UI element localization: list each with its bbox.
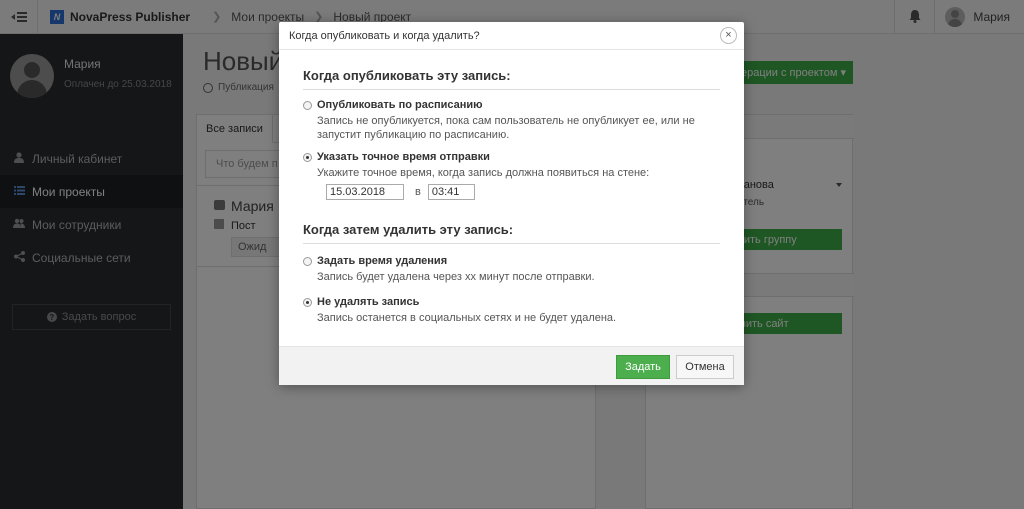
- option-label[interactable]: Опубликовать по расписанию: [317, 99, 483, 111]
- delete-section-title: Когда затем удалить эту запись:: [303, 222, 720, 244]
- modal-header: Когда опубликовать и когда удалить? ×: [279, 22, 744, 50]
- radio-delete-set-time[interactable]: [303, 257, 312, 266]
- option-label[interactable]: Указать точное время отправки: [317, 151, 490, 163]
- radio-publish-schedule[interactable]: [303, 101, 312, 110]
- close-icon[interactable]: ×: [720, 27, 737, 44]
- option-description: Укажите точное время, когда запись должн…: [317, 167, 650, 179]
- radio-publish-exact-time[interactable]: [303, 153, 312, 162]
- publish-option-exact-time[interactable]: Указать точное время отправки: [303, 151, 720, 163]
- delete-option-set-time[interactable]: Задать время удаления: [303, 255, 720, 267]
- delete-option-keep[interactable]: Не удалять запись: [303, 296, 720, 308]
- option-description: Запись не опубликуется, пока сам пользов…: [317, 115, 695, 141]
- publish-option-schedule[interactable]: Опубликовать по расписанию: [303, 99, 720, 111]
- publish-section-title: Когда опубликовать эту запись:: [303, 68, 720, 90]
- date-input[interactable]: 15.03.2018: [326, 184, 404, 200]
- datetime-picker: 15.03.2018 в 03:41: [326, 184, 720, 200]
- option-description: Запись будет удалена через xx минут посл…: [317, 271, 595, 283]
- modal-title: Когда опубликовать и когда удалить?: [289, 29, 480, 42]
- radio-delete-keep[interactable]: [303, 298, 312, 307]
- option-label[interactable]: Не удалять запись: [317, 296, 419, 308]
- option-description: Запись останется в социальных сетях и не…: [317, 312, 617, 324]
- option-label[interactable]: Задать время удаления: [317, 255, 447, 267]
- at-label: в: [415, 186, 421, 198]
- modal-body: Когда опубликовать эту запись: Опубликов…: [279, 50, 744, 346]
- submit-button[interactable]: Задать: [616, 355, 670, 379]
- modal-footer: Задать Отмена: [279, 346, 744, 385]
- cancel-button[interactable]: Отмена: [676, 355, 734, 379]
- schedule-modal: Когда опубликовать и когда удалить? × Ко…: [279, 22, 744, 385]
- time-input[interactable]: 03:41: [427, 184, 475, 200]
